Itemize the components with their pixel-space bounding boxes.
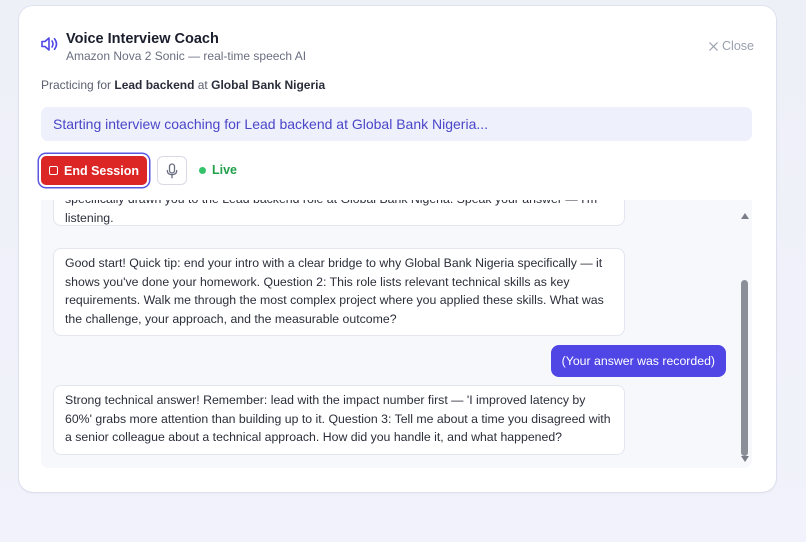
live-status: Live <box>199 163 237 177</box>
title-block: Voice Interview Coach Amazon Nova 2 Soni… <box>66 30 306 64</box>
scroll-up-icon[interactable] <box>741 213 749 219</box>
end-session-button[interactable]: End Session <box>41 156 147 185</box>
coach-message: Strong technical answer! Remember: lead … <box>53 385 625 455</box>
close-icon <box>709 41 718 51</box>
practicing-line: Practicing for Lead backend at Global Ba… <box>41 78 325 92</box>
microphone-icon <box>166 162 178 178</box>
page-subtitle: Amazon Nova 2 Sonic — real-time speech A… <box>66 49 307 63</box>
practicing-company: Global Bank Nigeria <box>211 78 326 92</box>
transcript-panel[interactable]: specifically drawn you to the Lead backe… <box>41 200 752 468</box>
live-label: Live <box>212 163 238 177</box>
end-session-label: End Session <box>63 163 140 178</box>
scrollbar-thumb[interactable] <box>741 280 748 456</box>
close-button[interactable]: Close <box>709 39 754 53</box>
coach-message: specifically drawn you to the Lead backe… <box>53 200 625 226</box>
speaker-icon <box>41 37 58 51</box>
coach-message: Good start! Quick tip: end your intro wi… <box>53 248 625 336</box>
practicing-role: Lead backend <box>114 78 195 92</box>
microphone-button[interactable] <box>157 156 187 185</box>
page-title: Voice Interview Coach <box>66 31 219 47</box>
close-label: Close <box>722 39 754 53</box>
stop-icon <box>48 166 58 175</box>
interview-coach-card: Voice Interview Coach Amazon Nova 2 Soni… <box>19 6 776 492</box>
status-banner: Starting interview coaching for Lead bac… <box>41 107 752 141</box>
message-line: listening. <box>65 210 114 225</box>
session-controls: End Session Live <box>41 156 441 186</box>
practicing-prefix: Practicing for <box>41 78 112 92</box>
transcript-scrollbar[interactable] <box>738 200 752 468</box>
practicing-at: at <box>197 78 208 92</box>
scroll-down-icon[interactable] <box>741 456 749 462</box>
live-dot-icon <box>199 166 206 174</box>
user-message: (Your answer was recorded) <box>550 345 726 377</box>
message-line: specifically drawn you to the Lead backe… <box>65 200 613 209</box>
header: Voice Interview Coach Amazon Nova 2 Soni… <box>41 30 754 66</box>
